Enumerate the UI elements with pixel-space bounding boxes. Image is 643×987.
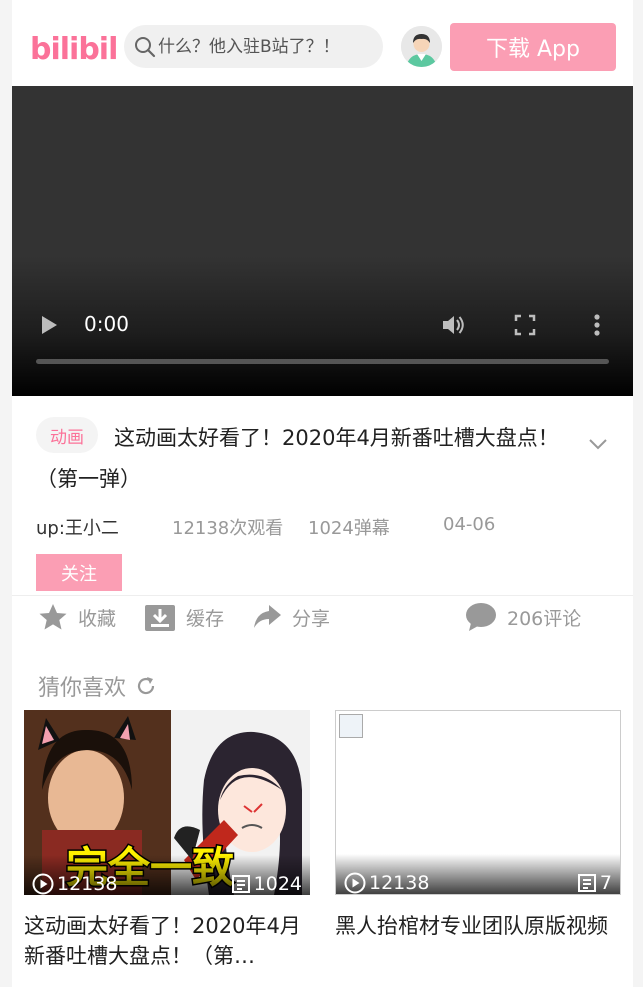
share-icon [254,605,281,628]
action-bar: 收藏 缓存 分享 206评论 [12,595,633,648]
refresh-icon[interactable] [134,674,158,698]
search-box[interactable] [124,25,383,68]
comments-label: 206评论 [507,607,582,630]
broken-image-icon [339,714,363,738]
search-icon [135,36,156,57]
page: bilibili 下载 App 0:00 [12,0,633,987]
danmaku-stat-text: 1024 [253,873,302,895]
favorite-label: 收藏 [78,607,117,630]
play-count-text: 12138 [369,872,430,894]
category-tag[interactable]: 动画 [36,417,98,453]
star-icon [39,604,67,630]
recommend-card[interactable]: 12138 7 黑人抬棺材专业团队原版视频 [335,710,621,971]
fullscreen-icon[interactable] [514,314,536,336]
follow-button[interactable]: 关注 [36,554,122,591]
more-options-icon[interactable] [592,312,602,338]
danmaku-count: 1024弹幕 [308,518,390,539]
current-time: 0:00 [84,312,129,336]
uploader-name[interactable]: up:王小二 [36,514,119,540]
user-avatar[interactable] [401,26,442,67]
play-count: 12138 [32,873,117,895]
play-circle-icon [32,873,54,895]
recommend-card[interactable]: 完全一致 12138 1024 这动画太好看了！2020年4月新番吐槽大盘点！（… [24,710,310,971]
danmaku-stat: 7 [577,872,612,894]
video-title: 这动画太好看了！2020年4月新番吐槽大盘点！（第一弹） [36,426,559,491]
danmaku-stat-text: 7 [599,872,612,894]
progress-bar[interactable] [36,359,609,364]
play-count-text: 12138 [57,873,118,895]
header: bilibili 下载 App [12,0,633,86]
favorite-button[interactable]: 收藏 [38,602,116,632]
cache-label: 缓存 [186,607,225,630]
video-info: 这动画太好看了！2020年4月新番吐槽大盘点！（第一弹） 动画 up:王小二 1… [12,396,633,595]
download-app-button[interactable]: 下载 App [450,23,616,71]
video-thumbnail[interactable]: 完全一致 12138 1024 [24,710,310,895]
danmaku-icon [231,875,250,893]
recommend-heading-text: 猜你喜欢 [38,676,127,701]
search-input[interactable] [158,36,368,57]
recommend-heading: 猜你喜欢 [38,670,158,702]
card-title[interactable]: 这动画太好看了！2020年4月新番吐槽大盘点！（第… [24,911,310,971]
avatar-image [401,26,442,67]
danmaku-stat: 1024 [231,873,302,895]
comments-button[interactable]: 206评论 [465,602,581,632]
cache-button[interactable]: 缓存 [144,602,224,632]
volume-icon[interactable] [440,312,466,338]
download-icon [145,605,175,631]
publish-date: 04-06 [443,514,496,535]
share-label: 分享 [292,607,331,630]
share-button[interactable]: 分享 [252,602,330,632]
card-title[interactable]: 黑人抬棺材专业团队原版视频 [335,911,621,971]
play-count: 12138 [344,872,429,894]
play-circle-icon [344,872,366,894]
svg-text:bilibili: bilibili [30,32,116,67]
view-count: 12138次观看 [172,518,284,539]
video-thumbnail[interactable]: 12138 7 [335,710,621,895]
bilibili-logo[interactable]: bilibili [30,26,116,68]
play-icon[interactable] [42,316,57,334]
video-player[interactable]: 0:00 [12,86,633,396]
comment-icon [466,603,496,631]
danmaku-icon [577,874,596,892]
chevron-down-icon[interactable] [588,438,608,450]
